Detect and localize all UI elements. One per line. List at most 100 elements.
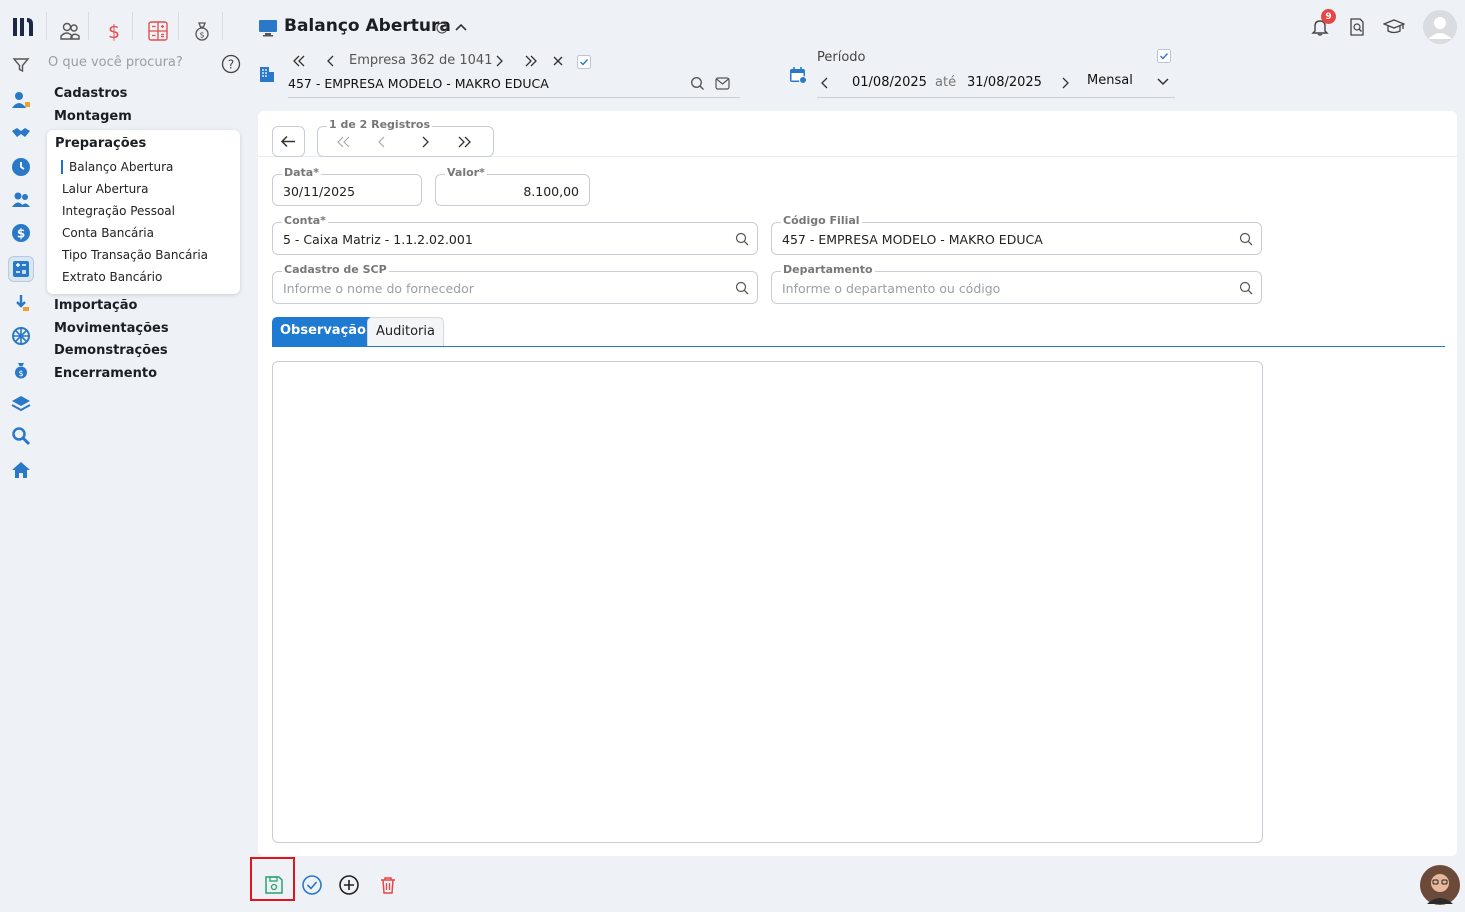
submenu-item-lalur-abertura[interactable]: Lalur Abertura bbox=[62, 182, 148, 196]
last-record-button[interactable] bbox=[456, 135, 472, 149]
department-input[interactable]: Informe o departamento ou código bbox=[782, 281, 1000, 296]
back-button[interactable] bbox=[272, 126, 305, 157]
building-icon bbox=[258, 65, 276, 83]
last-company-button[interactable] bbox=[523, 53, 539, 69]
period-checkbox[interactable] bbox=[1157, 49, 1171, 63]
branch-search-icon[interactable] bbox=[1239, 232, 1253, 246]
clients-icon[interactable] bbox=[57, 18, 83, 44]
save-button[interactable] bbox=[262, 873, 286, 897]
mail-icon[interactable] bbox=[715, 77, 730, 90]
company-counter: Empresa 362 de 1041 bbox=[349, 53, 493, 68]
calendar-icon[interactable] bbox=[788, 65, 808, 85]
department-label: Departamento bbox=[781, 263, 875, 277]
records-label: 1 de 2 Registros bbox=[327, 118, 433, 132]
menu-cadastros[interactable]: Cadastros bbox=[54, 86, 127, 101]
account-value: 5 - Caixa Matriz - 1.1.2.02.001 bbox=[283, 232, 473, 247]
avatar[interactable] bbox=[1422, 9, 1458, 45]
delete-button[interactable] bbox=[376, 873, 400, 897]
toolbar-separator bbox=[222, 12, 223, 40]
company-select[interactable]: 457 - EMPRESA MODELO - MAKRO EDUCA bbox=[288, 76, 549, 91]
confirm-button[interactable] bbox=[300, 873, 324, 897]
menu-search-input[interactable]: O que você procura? bbox=[48, 55, 183, 70]
handshake-icon[interactable] bbox=[10, 122, 32, 144]
svg-text:$: $ bbox=[108, 21, 120, 42]
account-search-icon[interactable] bbox=[735, 232, 749, 246]
tab-underline bbox=[272, 346, 1445, 347]
chevron-up-icon[interactable] bbox=[454, 21, 468, 33]
branch-field[interactable]: Código Filial 457 - EMPRESA MODELO - MAK… bbox=[771, 214, 1262, 255]
scp-input[interactable]: Informe o nome do fornecedor bbox=[283, 281, 474, 296]
period-separator: até bbox=[935, 75, 957, 90]
dollar-icon[interactable]: $ bbox=[101, 18, 127, 44]
submenu-item-tipo-transacao-bancaria[interactable]: Tipo Transação Bancária bbox=[62, 248, 208, 262]
monitor-icon bbox=[258, 18, 278, 38]
submenu-item-balanco-abertura[interactable]: Balanço Abertura bbox=[61, 160, 173, 174]
magnifier-icon[interactable] bbox=[10, 425, 32, 447]
value-amount: 8.100,00 bbox=[523, 184, 579, 199]
submenu-item-integracao-pessoal[interactable]: Integração Pessoal bbox=[62, 204, 175, 218]
submenu-item-extrato-bancario[interactable]: Extrato Bancário bbox=[62, 270, 162, 284]
prev-record-button[interactable] bbox=[376, 135, 388, 149]
calculator-icon[interactable] bbox=[145, 18, 171, 44]
close-icon[interactable] bbox=[551, 54, 565, 68]
scp-search-icon[interactable] bbox=[735, 281, 749, 295]
menu-montagem[interactable]: Montagem bbox=[54, 109, 132, 124]
add-button[interactable] bbox=[337, 873, 361, 897]
observation-textarea[interactable] bbox=[272, 361, 1263, 843]
tab-auditoria[interactable]: Auditoria bbox=[367, 317, 444, 347]
chevron-down-icon[interactable] bbox=[1156, 75, 1170, 87]
money-bag-icon[interactable]: $ bbox=[189, 18, 215, 44]
menu-demonstracoes[interactable]: Demonstrações bbox=[54, 343, 168, 358]
menu-movimentacoes[interactable]: Movimentações bbox=[54, 321, 169, 336]
menu-encerramento[interactable]: Encerramento bbox=[54, 366, 157, 381]
branch-label: Código Filial bbox=[781, 214, 862, 228]
network-icon[interactable] bbox=[10, 325, 32, 347]
help-icon[interactable]: ? bbox=[221, 54, 241, 74]
next-period-button[interactable] bbox=[1057, 75, 1073, 91]
assistant-avatar[interactable] bbox=[1419, 864, 1461, 906]
users-icon[interactable] bbox=[10, 189, 32, 211]
home-icon[interactable] bbox=[10, 459, 32, 481]
money-bag-rail-icon[interactable]: $ bbox=[10, 359, 32, 381]
prev-company-button[interactable] bbox=[323, 53, 339, 69]
info-icon[interactable] bbox=[436, 22, 448, 34]
account-field[interactable]: Conta* 5 - Caixa Matriz - 1.1.2.02.001 bbox=[272, 214, 758, 255]
period-underline bbox=[817, 97, 1175, 98]
menu-preparacoes[interactable]: Preparações bbox=[55, 136, 146, 151]
next-record-button[interactable] bbox=[419, 135, 431, 149]
tab-observacao[interactable]: Observação bbox=[272, 317, 374, 347]
scp-field[interactable]: Cadastro de SCP Informe o nome do fornec… bbox=[272, 263, 758, 304]
submenu-preparacoes: Preparações Balanço Abertura Lalur Abert… bbox=[47, 130, 240, 294]
accounting-calculator-icon[interactable] bbox=[8, 256, 34, 282]
period-end[interactable]: 31/08/2025 bbox=[967, 75, 1042, 90]
filter-icon[interactable] bbox=[10, 54, 32, 76]
branch-value: 457 - EMPRESA MODELO - MAKRO EDUCA bbox=[782, 232, 1043, 247]
graduation-cap-icon[interactable] bbox=[1383, 17, 1405, 37]
dollar-circle-icon[interactable]: $ bbox=[10, 222, 32, 244]
value-field[interactable]: Valor* 8.100,00 bbox=[435, 166, 590, 206]
prev-period-button[interactable] bbox=[817, 75, 833, 91]
report-search-icon[interactable] bbox=[1347, 17, 1367, 37]
value-label: Valor* bbox=[445, 166, 487, 180]
next-company-button[interactable] bbox=[491, 53, 507, 69]
period-type-select[interactable]: Mensal bbox=[1087, 73, 1133, 88]
layers-icon[interactable] bbox=[10, 392, 32, 414]
clock-icon[interactable] bbox=[10, 156, 32, 178]
app-logo[interactable] bbox=[11, 15, 35, 39]
first-company-button[interactable] bbox=[291, 53, 307, 69]
submenu-item-conta-bancaria[interactable]: Conta Bancária bbox=[62, 226, 154, 240]
department-field[interactable]: Departamento Informe o departamento ou c… bbox=[771, 263, 1262, 304]
first-record-button[interactable] bbox=[336, 135, 352, 149]
svg-text:$: $ bbox=[17, 227, 25, 241]
company-search-icon[interactable] bbox=[690, 76, 705, 91]
notification-badge: 9 bbox=[1321, 9, 1336, 24]
menu-importacao[interactable]: Importação bbox=[54, 298, 137, 313]
toolbar-separator bbox=[178, 12, 179, 40]
date-field[interactable]: Data* 30/11/2025 bbox=[272, 166, 422, 206]
scp-label: Cadastro de SCP bbox=[282, 263, 389, 277]
import-icon[interactable] bbox=[10, 292, 32, 314]
department-search-icon[interactable] bbox=[1239, 281, 1253, 295]
company-checkbox[interactable] bbox=[577, 55, 591, 69]
period-start[interactable]: 01/08/2025 bbox=[852, 75, 927, 90]
user-add-icon[interactable] bbox=[10, 89, 32, 111]
